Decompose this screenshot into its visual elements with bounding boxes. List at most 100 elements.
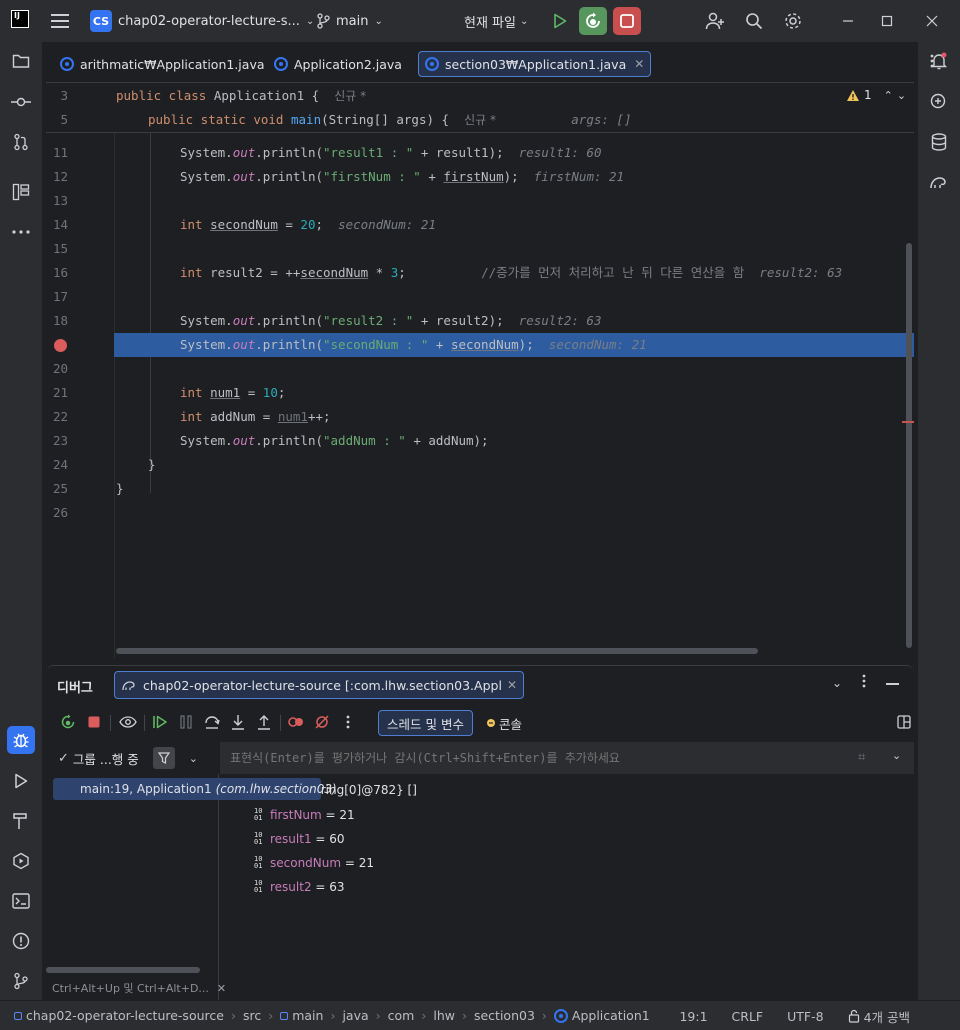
inspection-widget[interactable]: 1 ⌃ ⌄ [846,88,906,102]
sticky-scroll-header[interactable]: 3 public class Application1 { 신규 * 5 pub… [46,83,914,133]
frames-variables-divider[interactable] [218,774,219,1001]
more-tools-button[interactable] [7,218,35,246]
more-actions-button[interactable] [336,710,360,734]
chevron-down-icon: ⌄ [374,15,383,27]
variable-row[interactable]: 10 01 secondNum = 21 [254,851,374,875]
app-logo[interactable]: IJ [11,10,29,28]
breadcrumb-project[interactable]: chap02-operator-lecture-source [14,1008,224,1023]
step-over-button[interactable] [200,710,224,734]
settings-button[interactable] [779,7,807,35]
services-tool-button[interactable] [7,847,35,875]
step-out-button[interactable] [252,710,276,734]
frames-horizontal-scrollbar[interactable] [46,967,200,973]
step-out-icon [258,715,270,730]
line-separator[interactable]: CRLF [732,1009,764,1024]
chevron-down-icon[interactable]: ⌄ [892,749,901,762]
stack-frame-row[interactable]: main:19, Application1 (com.lhw.section03… [53,778,337,800]
chevron-right-icon: › [268,1008,274,1023]
breadcrumb-main[interactable]: main [280,1008,323,1023]
commit-tool-button[interactable] [7,88,35,116]
pull-requests-tool-button[interactable] [7,128,35,156]
file-encoding[interactable]: UTF-8 [787,1009,823,1024]
breadcrumb-lhw[interactable]: lhw [433,1008,455,1023]
error-stripe-marker[interactable] [902,421,914,423]
horizontal-scrollbar[interactable] [116,648,758,654]
search-button[interactable] [740,7,768,35]
close-window-button[interactable] [918,7,946,35]
build-tool-button[interactable] [7,807,35,835]
variable-row[interactable]: 10 01 result1 = 60 [254,827,345,851]
add-watch-icon[interactable]: ⌗ [858,750,865,765]
tab-application2[interactable]: Application2.java [268,51,408,77]
stop-debug-button[interactable] [82,710,106,734]
chevron-down-icon[interactable]: ⌄ [832,676,842,690]
mute-breakpoints-button[interactable] [310,710,334,734]
debug-tool-button[interactable] [7,726,35,754]
group-threads-label[interactable]: 그룹 ...행 중 [73,749,139,768]
gradle-button[interactable] [925,168,953,196]
database-button[interactable] [925,128,953,156]
step-into-button[interactable] [226,710,250,734]
project-tool-button[interactable] [7,47,35,75]
view-breakpoints-button[interactable] [116,710,140,734]
code-with-me-button[interactable] [701,7,729,35]
tab-arithmatic-application1[interactable]: arithmatic₩Application1.java [54,51,271,77]
code-text: System.out.println("result2 : " + result… [180,313,602,328]
run-button[interactable] [546,7,574,35]
tab-threads-variables[interactable]: 스레드 및 변수 [378,710,473,736]
sticky-line[interactable]: 3 public class Application1 { 신규 * [46,84,914,108]
close-tab-icon[interactable]: ✕ [634,57,644,71]
caret-position[interactable]: 19:1 [679,1009,707,1024]
close-icon[interactable]: ✕ [217,982,226,995]
project-selector[interactable]: CS chap02-operator-lecture-s... ⌄ [90,8,314,34]
breadcrumb-class[interactable]: Application1 [553,1008,650,1023]
minimize-button[interactable] [834,7,862,35]
indent-setting[interactable]: 4개 공백 [848,1007,910,1026]
problems-tool-button[interactable] [7,927,35,955]
pause-button[interactable] [174,710,198,734]
code-editor[interactable]: 11 System.out.println("result1 : " + res… [46,83,914,658]
vertical-scrollbar[interactable] [906,243,912,648]
version-control-tool-button[interactable] [7,967,35,995]
variable-row[interactable]: 10 01 firstNum = 21 [254,803,355,827]
breadcrumb-src[interactable]: src [243,1008,261,1023]
more-vertical-icon[interactable] [862,674,866,688]
close-icon[interactable]: ✕ [507,678,517,692]
run-tool-button[interactable] [7,767,35,795]
structure-tool-button[interactable] [7,178,35,206]
run-config-selector[interactable]: 현재 파일 ⌄ [464,8,528,34]
breadcrumb-com[interactable]: com [388,1008,415,1023]
breakpoint-icon[interactable] [54,339,67,352]
breadcrumb-section03[interactable]: section03 [474,1008,535,1023]
rerun-button[interactable] [56,710,80,734]
tab-console[interactable]: 콘솔 [486,712,522,734]
variable-row[interactable]: 10 01 result2 = 63 [254,875,345,899]
breadcrumb-java[interactable]: java [342,1008,368,1023]
chevron-up-icon[interactable]: ⌃ [884,89,893,102]
maximize-button[interactable] [873,7,901,35]
tabs-more-button[interactable] [930,54,934,68]
database-icon [931,133,947,151]
ai-assistant-button[interactable] [925,88,953,116]
java-class-icon [553,1008,568,1023]
resume-button[interactable] [148,710,172,734]
chevron-down-icon[interactable]: ⌄ [897,89,906,102]
chevron-down-icon[interactable]: ⌄ [189,752,198,765]
evaluate-expression-input[interactable] [230,751,830,765]
stop-button[interactable] [613,7,641,35]
main-menu-icon[interactable] [48,9,72,33]
tab-section03-application1[interactable]: section03₩Application1.java ✕ [418,51,652,77]
debug-session-tab[interactable]: chap02-operator-lecture-source [:com.lhw… [114,671,524,699]
minimize-panel-icon[interactable] [886,683,899,685]
view-breakpoints-list-button[interactable] [284,710,308,734]
line-number: 24 [52,457,68,472]
session-label: chap02-operator-lecture-source [:com.lhw… [143,677,501,693]
code-line: 23 System.out.println("addNum : " + addN… [46,429,914,453]
branch-selector[interactable]: main ⌄ [316,8,383,34]
filter-button[interactable] [152,747,175,769]
terminal-tool-button[interactable] [7,887,35,915]
sticky-line[interactable]: 5 public static void main(String[] args)… [46,108,914,132]
layout-settings-button[interactable] [892,710,916,734]
close-icon [926,15,938,27]
rerun-debug-button[interactable] [579,7,607,35]
